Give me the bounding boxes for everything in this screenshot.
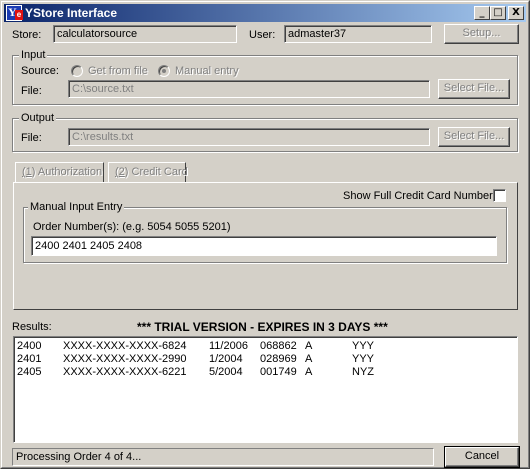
status-bar: Processing Order 4 of 4... bbox=[12, 448, 434, 466]
maximize-button[interactable]: □ bbox=[490, 6, 506, 20]
results-list[interactable]: 2400 XXXX-XXXX-XXXX-6824 11/2006 068862 … bbox=[13, 336, 518, 443]
input-select-file-button[interactable]: Select File... bbox=[438, 79, 510, 99]
result-card: XXXX-XXXX-XXXX-2990 bbox=[63, 353, 187, 365]
result-code: A bbox=[305, 353, 313, 365]
output-legend: Output bbox=[19, 112, 57, 124]
radio-get-from-file[interactable] bbox=[71, 65, 83, 77]
tab-credit-card[interactable]: (2) Credit Card bbox=[108, 162, 188, 182]
title-bar[interactable]: Ye YStore Interface _ □ X bbox=[4, 4, 526, 22]
result-date: 11/2006 bbox=[209, 340, 248, 352]
input-file-field[interactable]: C:\source.txt bbox=[68, 80, 430, 98]
result-code: A bbox=[305, 366, 313, 378]
output-file-label: File: bbox=[21, 132, 42, 144]
result-code: A bbox=[305, 340, 313, 352]
tab-authorization[interactable]: (1) Authorization bbox=[15, 162, 104, 182]
show-full-card-label: Show Full Credit Card Number: bbox=[343, 190, 496, 202]
order-numbers-label: Order Number(s): (e.g. 5054 5055 5201) bbox=[33, 221, 231, 233]
store-label: Store: bbox=[12, 29, 42, 41]
results-label: Results: bbox=[12, 321, 52, 333]
result-card: XXXX-XXXX-XXXX-6221 bbox=[63, 366, 187, 378]
result-auth: 068862 bbox=[260, 340, 297, 352]
result-avs: YYY bbox=[352, 353, 375, 365]
result-order: 2405 bbox=[17, 366, 42, 378]
result-order: 2400 bbox=[17, 340, 42, 352]
result-avs: YYY bbox=[352, 340, 375, 352]
input-file-label: File: bbox=[21, 85, 42, 97]
ystore-app-icon[interactable]: Ye bbox=[6, 5, 23, 21]
cancel-button[interactable]: Cancel bbox=[444, 446, 520, 468]
user-label: User: bbox=[249, 29, 276, 41]
result-date: 1/2004 bbox=[209, 353, 243, 365]
radio-manual-entry-label[interactable]: Manual entry bbox=[175, 65, 239, 77]
close-button[interactable]: X bbox=[508, 6, 524, 20]
radio-get-from-file-label[interactable]: Get from file bbox=[88, 65, 148, 77]
app-window: Ye YStore Interface _ □ X Store: calcula… bbox=[0, 0, 530, 469]
source-label: Source: bbox=[21, 65, 59, 77]
tab-credit-card-label: ) Credit Card bbox=[124, 166, 188, 178]
input-legend: Input bbox=[19, 49, 48, 61]
output-file-field[interactable]: C:\results.txt bbox=[68, 128, 430, 146]
result-date: 5/2004 bbox=[209, 366, 243, 378]
output-select-file-button[interactable]: Select File... bbox=[438, 127, 510, 147]
order-numbers-input[interactable]: 2400 2401 2405 2408 bbox=[31, 236, 497, 256]
result-order: 2401 bbox=[17, 353, 42, 365]
result-auth: 028969 bbox=[260, 353, 297, 365]
result-auth: 001749 bbox=[260, 366, 297, 378]
result-card: XXXX-XXXX-XXXX-6824 bbox=[63, 340, 187, 352]
store-field: calculatorsource bbox=[53, 25, 237, 43]
show-full-card-checkbox[interactable] bbox=[493, 189, 506, 202]
minimize-button[interactable]: _ bbox=[474, 6, 490, 20]
result-avs: NYZ bbox=[352, 366, 374, 378]
window-title: YStore Interface bbox=[25, 6, 118, 20]
manual-input-legend: Manual Input Entry bbox=[28, 201, 125, 213]
trial-banner: *** TRIAL VERSION - EXPIRES IN 3 DAYS **… bbox=[137, 320, 388, 334]
setup-button[interactable]: Setup... bbox=[444, 24, 519, 44]
user-field: admaster37 bbox=[284, 25, 432, 43]
radio-manual-entry[interactable] bbox=[158, 65, 170, 77]
tab-authorization-label: ) Authorization bbox=[31, 166, 103, 178]
